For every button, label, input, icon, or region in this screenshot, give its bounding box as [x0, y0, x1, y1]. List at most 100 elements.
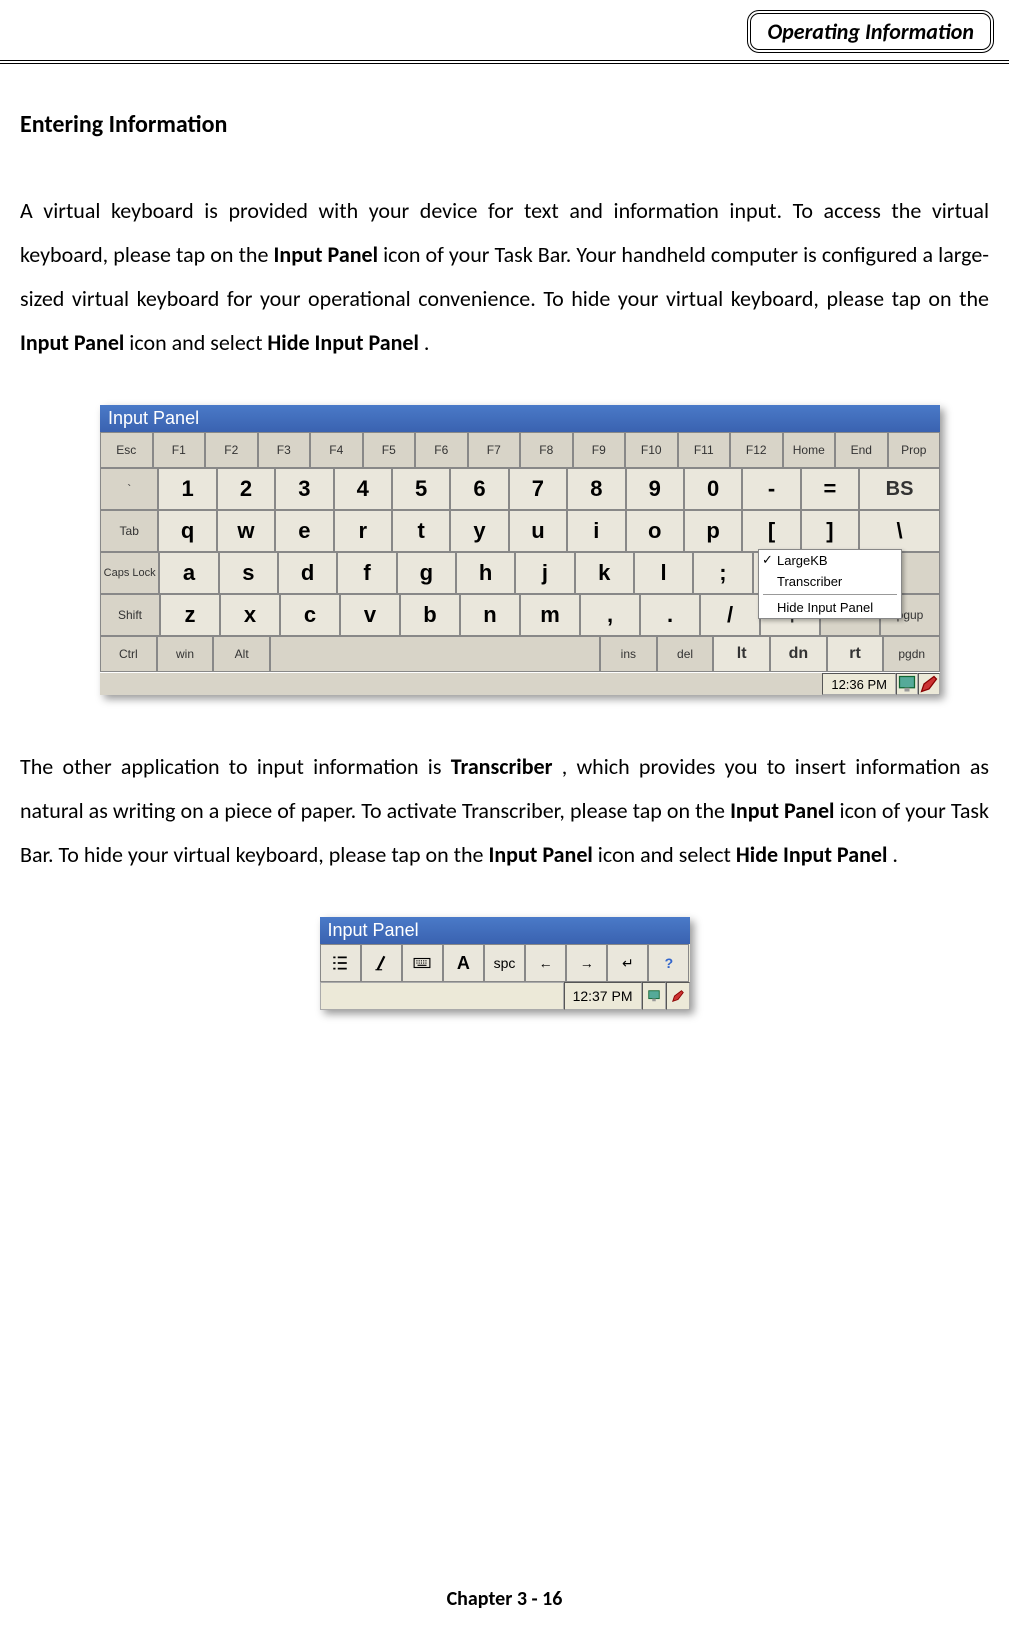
key-slash[interactable]: /: [700, 594, 760, 636]
key-del[interactable]: del: [657, 636, 714, 672]
key-f[interactable]: f: [337, 552, 396, 594]
key-r[interactable]: r: [334, 510, 392, 552]
key-backtick[interactable]: `: [100, 468, 158, 510]
key-space[interactable]: [270, 636, 600, 672]
key-2[interactable]: 2: [217, 468, 275, 510]
section-title: Entering Information: [20, 110, 989, 139]
key-f3[interactable]: F3: [258, 432, 311, 468]
key-ins[interactable]: ins: [600, 636, 657, 672]
key-9[interactable]: 9: [626, 468, 684, 510]
key-3[interactable]: 3: [275, 468, 333, 510]
key-f11[interactable]: F11: [678, 432, 731, 468]
key-n[interactable]: n: [460, 594, 520, 636]
taskbar-time-2[interactable]: 12:37 PM: [564, 982, 642, 1010]
transcriber-left-button[interactable]: ←: [525, 944, 566, 982]
key-prop[interactable]: Prop: [888, 432, 941, 468]
key-6[interactable]: 6: [450, 468, 508, 510]
key-tab[interactable]: Tab: [100, 510, 158, 552]
p2-t5: .: [892, 841, 898, 868]
key-x[interactable]: x: [220, 594, 280, 636]
key-d[interactable]: d: [278, 552, 337, 594]
key-lbracket[interactable]: [: [742, 510, 800, 552]
key-5[interactable]: 5: [392, 468, 450, 510]
key-backslash[interactable]: \: [859, 510, 940, 552]
key-o[interactable]: o: [626, 510, 684, 552]
key-esc[interactable]: Esc: [100, 432, 153, 468]
key-right[interactable]: rt: [827, 636, 884, 672]
key-k[interactable]: k: [575, 552, 634, 594]
menu-transcriber[interactable]: Transcriber: [759, 571, 901, 592]
key-f7[interactable]: F7: [468, 432, 521, 468]
key-f2[interactable]: F2: [205, 432, 258, 468]
key-m[interactable]: m: [520, 594, 580, 636]
key-w[interactable]: w: [217, 510, 275, 552]
key-capslock[interactable]: Caps Lock: [100, 552, 159, 594]
transcriber-help-button[interactable]: ?: [648, 944, 689, 982]
key-home[interactable]: Home: [783, 432, 836, 468]
key-p[interactable]: p: [684, 510, 742, 552]
key-u[interactable]: u: [509, 510, 567, 552]
key-i[interactable]: i: [567, 510, 625, 552]
key-equals[interactable]: =: [801, 468, 859, 510]
transcriber-a-button[interactable]: A: [443, 944, 484, 982]
key-8[interactable]: 8: [567, 468, 625, 510]
key-backspace[interactable]: BS: [859, 468, 940, 510]
key-7[interactable]: 7: [509, 468, 567, 510]
transcriber-list-button[interactable]: [320, 944, 361, 982]
arrow-left-icon: ←: [539, 955, 553, 971]
key-period[interactable]: .: [640, 594, 700, 636]
key-l[interactable]: l: [634, 552, 693, 594]
key-comma[interactable]: ,: [580, 594, 640, 636]
transcriber-enter-button[interactable]: ↵: [607, 944, 648, 982]
transcriber-keyboard-button[interactable]: [402, 944, 443, 982]
transcriber-pen-button[interactable]: [361, 944, 402, 982]
key-semicolon[interactable]: ;: [693, 552, 752, 594]
key-f6[interactable]: F6: [415, 432, 468, 468]
key-4[interactable]: 4: [334, 468, 392, 510]
key-left[interactable]: lt: [713, 636, 770, 672]
desktop-icon[interactable]: [896, 673, 918, 695]
key-f1[interactable]: F1: [153, 432, 206, 468]
key-t[interactable]: t: [392, 510, 450, 552]
key-v[interactable]: v: [340, 594, 400, 636]
input-panel-titlebar[interactable]: Input Panel: [100, 405, 940, 432]
key-0[interactable]: 0: [684, 468, 742, 510]
transcriber-right-button[interactable]: →: [566, 944, 607, 982]
key-a[interactable]: a: [159, 552, 218, 594]
key-win[interactable]: win: [157, 636, 214, 672]
taskbar-time-1[interactable]: 12:36 PM: [822, 673, 896, 695]
key-f8[interactable]: F8: [520, 432, 573, 468]
key-h[interactable]: h: [456, 552, 515, 594]
key-b[interactable]: b: [400, 594, 460, 636]
transcriber-spc-button[interactable]: spc: [484, 944, 525, 982]
menu-largekb[interactable]: LargeKB: [759, 550, 901, 571]
key-f10[interactable]: F10: [625, 432, 678, 468]
key-pgdn[interactable]: pgdn: [883, 636, 940, 672]
input-panel-icon-2[interactable]: [666, 982, 690, 1010]
key-ctrl[interactable]: Ctrl: [100, 636, 157, 672]
input-panel-icon[interactable]: [918, 673, 940, 695]
menu-hide-input-panel[interactable]: Hide Input Panel: [759, 597, 901, 618]
key-end[interactable]: End: [835, 432, 888, 468]
desktop-icon-2[interactable]: [642, 982, 666, 1010]
key-shift[interactable]: Shift: [100, 594, 160, 636]
key-g[interactable]: g: [397, 552, 456, 594]
key-rbracket[interactable]: ]: [801, 510, 859, 552]
key-1[interactable]: 1: [158, 468, 216, 510]
key-j[interactable]: j: [515, 552, 574, 594]
key-z[interactable]: z: [160, 594, 220, 636]
key-y[interactable]: y: [450, 510, 508, 552]
key-c[interactable]: c: [280, 594, 340, 636]
key-e[interactable]: e: [275, 510, 333, 552]
key-s[interactable]: s: [219, 552, 278, 594]
key-down[interactable]: dn: [770, 636, 827, 672]
page-content: Entering Information A virtual keyboard …: [20, 110, 989, 1010]
key-q[interactable]: q: [158, 510, 216, 552]
key-f4[interactable]: F4: [310, 432, 363, 468]
key-f9[interactable]: F9: [573, 432, 626, 468]
key-minus[interactable]: -: [742, 468, 800, 510]
key-alt[interactable]: Alt: [213, 636, 270, 672]
key-f12[interactable]: F12: [730, 432, 783, 468]
key-f5[interactable]: F5: [363, 432, 416, 468]
transcriber-titlebar[interactable]: Input Panel: [320, 917, 690, 944]
